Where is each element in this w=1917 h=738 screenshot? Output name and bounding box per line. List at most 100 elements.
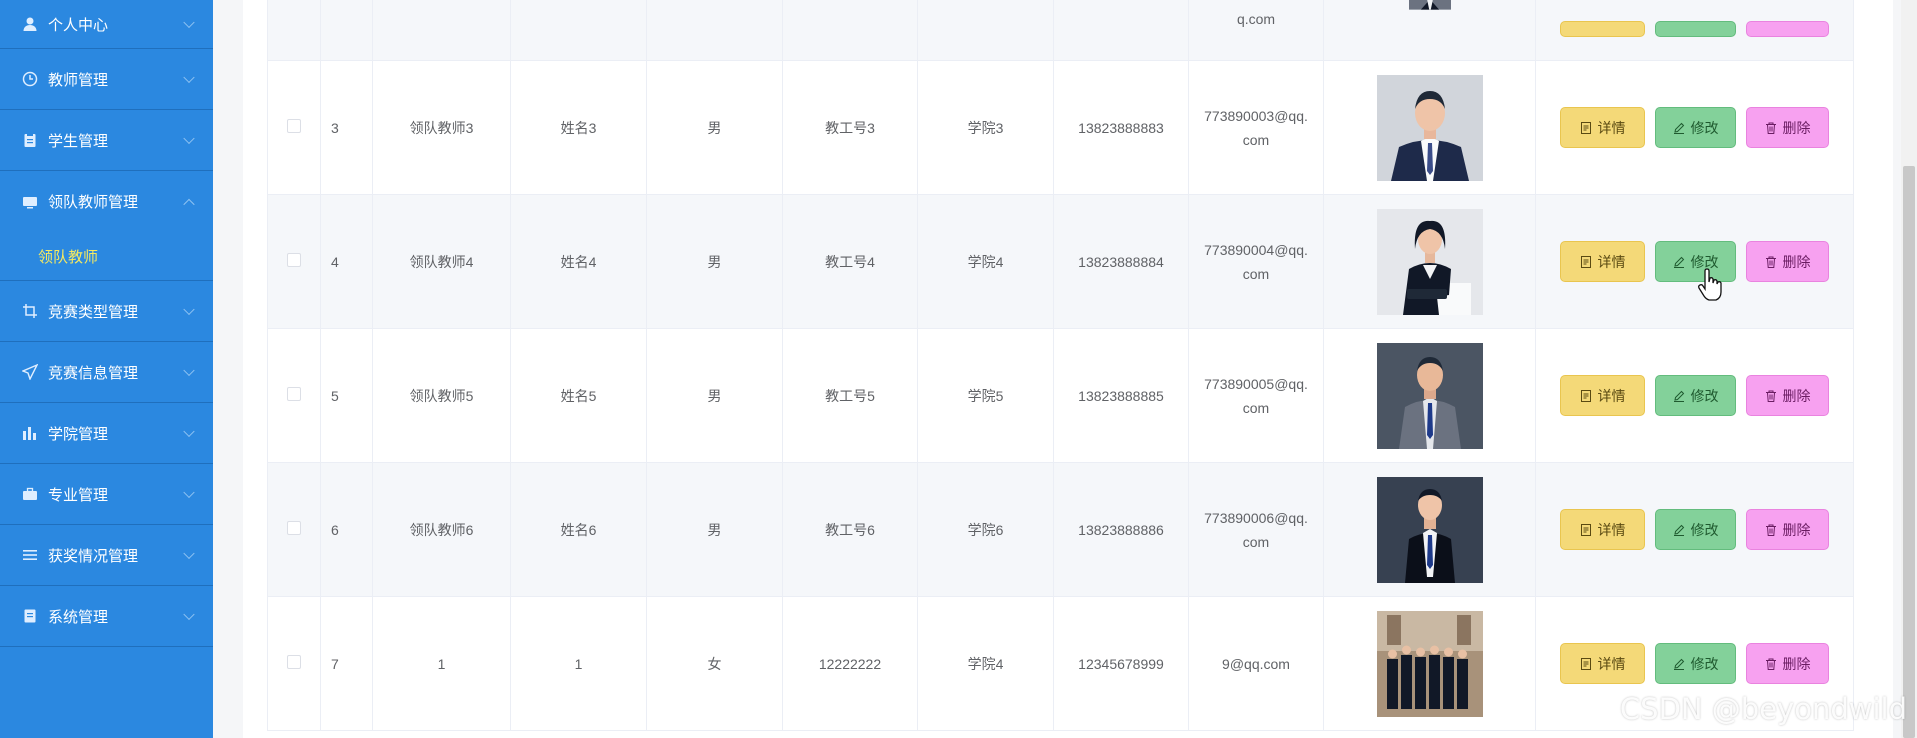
detail-button[interactable]: 详情 xyxy=(1560,509,1645,550)
chevron-down-icon xyxy=(183,16,195,29)
crop-icon xyxy=(22,303,38,319)
document-icon xyxy=(1580,121,1591,134)
delete-button[interactable] xyxy=(1746,20,1829,37)
detail-button[interactable]: 详情 xyxy=(1560,241,1645,282)
delete-button[interactable]: 删除 xyxy=(1746,375,1829,416)
edit-button[interactable]: 修改 xyxy=(1655,509,1736,550)
email-cell: 773890006@qq.com xyxy=(1204,509,1308,550)
sidebar-subitem-leader-teacher[interactable]: 领队教师 xyxy=(0,232,213,281)
sidebar-item-label: 竞赛信息管理 xyxy=(48,364,139,382)
name-cell: 姓名3 xyxy=(510,60,647,195)
sidebar-item-competition-info[interactable]: 竞赛信息管理 xyxy=(0,342,213,403)
sidebar-item-award-management[interactable]: 获奖情况管理 xyxy=(0,525,213,586)
sidebar-item-label: 领队教师管理 xyxy=(48,194,139,211)
job-number-cell: 12222222 xyxy=(782,596,918,731)
account-cell: 1 xyxy=(372,596,511,731)
leader-teacher-table: q.com 3 领队教师3 姓名3 男 教工号3 学院3 13823888883… xyxy=(267,0,1854,731)
row-checkbox[interactable] xyxy=(287,655,301,669)
document-icon xyxy=(1580,255,1591,268)
row-checkbox[interactable] xyxy=(287,521,301,535)
table-row: 4 领队教师4 姓名4 男 教工号4 学院4 13823888884 77389… xyxy=(267,194,1854,329)
account-cell: 领队教师3 xyxy=(372,60,511,195)
delete-button[interactable]: 删除 xyxy=(1746,241,1829,282)
sidebar-item-label: 个人中心 xyxy=(48,16,109,34)
chart-icon xyxy=(22,425,38,441)
document-icon xyxy=(22,608,38,624)
sidebar-item-teacher-management[interactable]: 教师管理 xyxy=(0,49,213,110)
gender-cell: 男 xyxy=(646,328,783,463)
chevron-down-icon xyxy=(183,364,195,377)
delete-button[interactable]: 删除 xyxy=(1746,107,1829,148)
teacher-photo xyxy=(1376,610,1483,717)
chevron-up-icon xyxy=(183,198,195,210)
trash-icon xyxy=(1765,524,1776,536)
edit-button[interactable]: 修改 xyxy=(1655,643,1736,684)
sidebar-item-label: 竞赛类型管理 xyxy=(48,303,139,321)
phone-cell: 13823888883 xyxy=(1053,60,1189,195)
detail-button[interactable]: 详情 xyxy=(1560,375,1645,416)
college-cell: 学院6 xyxy=(917,462,1054,597)
college-cell: 学院3 xyxy=(917,60,1054,195)
teacher-photo xyxy=(1376,342,1483,449)
sidebar-item-college-management[interactable]: 学院管理 xyxy=(0,403,213,464)
sidebar-item-student-management[interactable]: 学生管理 xyxy=(0,110,213,171)
gender-cell: 男 xyxy=(646,194,783,329)
chevron-down-icon xyxy=(183,132,195,145)
table-row: 5 领队教师5 姓名5 男 教工号5 学院5 13823888885 77389… xyxy=(267,328,1854,463)
table-row: 7 1 1 女 12222222 学院4 12345678999 9@qq.co… xyxy=(267,596,1854,731)
pencil-icon xyxy=(1673,524,1684,536)
chevron-down-icon xyxy=(183,425,195,438)
edit-button[interactable]: 修改 xyxy=(1655,375,1736,416)
sidebar: 个人中心 教师管理 学生管理 领队教师管理 领队教师 竞赛类型管理 竞赛信息管理… xyxy=(0,0,213,738)
row-checkbox-cell xyxy=(267,0,321,61)
college-cell: 学院4 xyxy=(917,596,1054,731)
email-cell: 773890005@qq.com xyxy=(1204,375,1308,416)
clipboard-icon xyxy=(22,132,38,148)
scrollbar-thumb[interactable] xyxy=(1903,166,1915,738)
account-cell: 领队教师4 xyxy=(372,194,511,329)
delete-button[interactable]: 删除 xyxy=(1746,643,1829,684)
send-icon xyxy=(22,364,38,380)
row-index: 5 xyxy=(320,328,373,463)
document-icon xyxy=(1580,657,1591,670)
detail-button[interactable]: 详情 xyxy=(1560,643,1645,684)
row-checkbox[interactable] xyxy=(287,253,301,267)
row-checkbox[interactable] xyxy=(287,119,301,133)
delete-button[interactable]: 删除 xyxy=(1746,509,1829,550)
trash-icon xyxy=(1765,390,1776,402)
trash-icon xyxy=(1765,122,1776,134)
email-cell: q.com xyxy=(1236,10,1276,27)
watermark: CSDN @beyondwild xyxy=(1619,692,1907,726)
phone-cell: 13823888885 xyxy=(1053,328,1189,463)
row-index: 6 xyxy=(320,462,373,597)
trash-icon xyxy=(1765,256,1776,268)
sidebar-item-personal-center[interactable]: 个人中心 xyxy=(0,0,213,49)
sidebar-item-leader-teacher-management[interactable]: 领队教师管理 xyxy=(0,171,213,232)
edit-button[interactable]: 修改 xyxy=(1655,107,1736,148)
detail-button[interactable]: 详情 xyxy=(1560,107,1645,148)
job-number-cell: 教工号5 xyxy=(782,328,918,463)
edit-button[interactable]: 修改 xyxy=(1655,241,1736,282)
sidebar-item-competition-type[interactable]: 竞赛类型管理 xyxy=(0,281,213,342)
chevron-down-icon xyxy=(183,71,195,84)
edit-button[interactable] xyxy=(1655,20,1736,37)
email-cell: 9@qq.com xyxy=(1222,655,1290,672)
sidebar-item-major-management[interactable]: 专业管理 xyxy=(0,464,213,525)
table-body: q.com 3 领队教师3 姓名3 男 教工号3 学院3 13823888883… xyxy=(267,0,1854,731)
college-cell: 学院5 xyxy=(917,328,1054,463)
sidebar-item-system-management[interactable]: 系统管理 xyxy=(0,586,213,647)
phone-cell: 13823888886 xyxy=(1053,462,1189,597)
chevron-down-icon xyxy=(183,486,195,499)
list-icon xyxy=(22,547,38,563)
monitor-icon xyxy=(22,194,38,210)
chevron-down-icon xyxy=(183,303,195,316)
college-cell: 学院4 xyxy=(917,194,1054,329)
row-checkbox[interactable] xyxy=(287,387,301,401)
hand-cursor-icon xyxy=(1698,268,1722,301)
detail-button[interactable] xyxy=(1560,20,1645,37)
row-index: 7 xyxy=(320,596,373,731)
sidebar-item-label: 专业管理 xyxy=(48,486,109,504)
table-row: q.com xyxy=(267,0,1854,61)
gender-cell: 男 xyxy=(646,60,783,195)
name-cell: 姓名4 xyxy=(510,194,647,329)
